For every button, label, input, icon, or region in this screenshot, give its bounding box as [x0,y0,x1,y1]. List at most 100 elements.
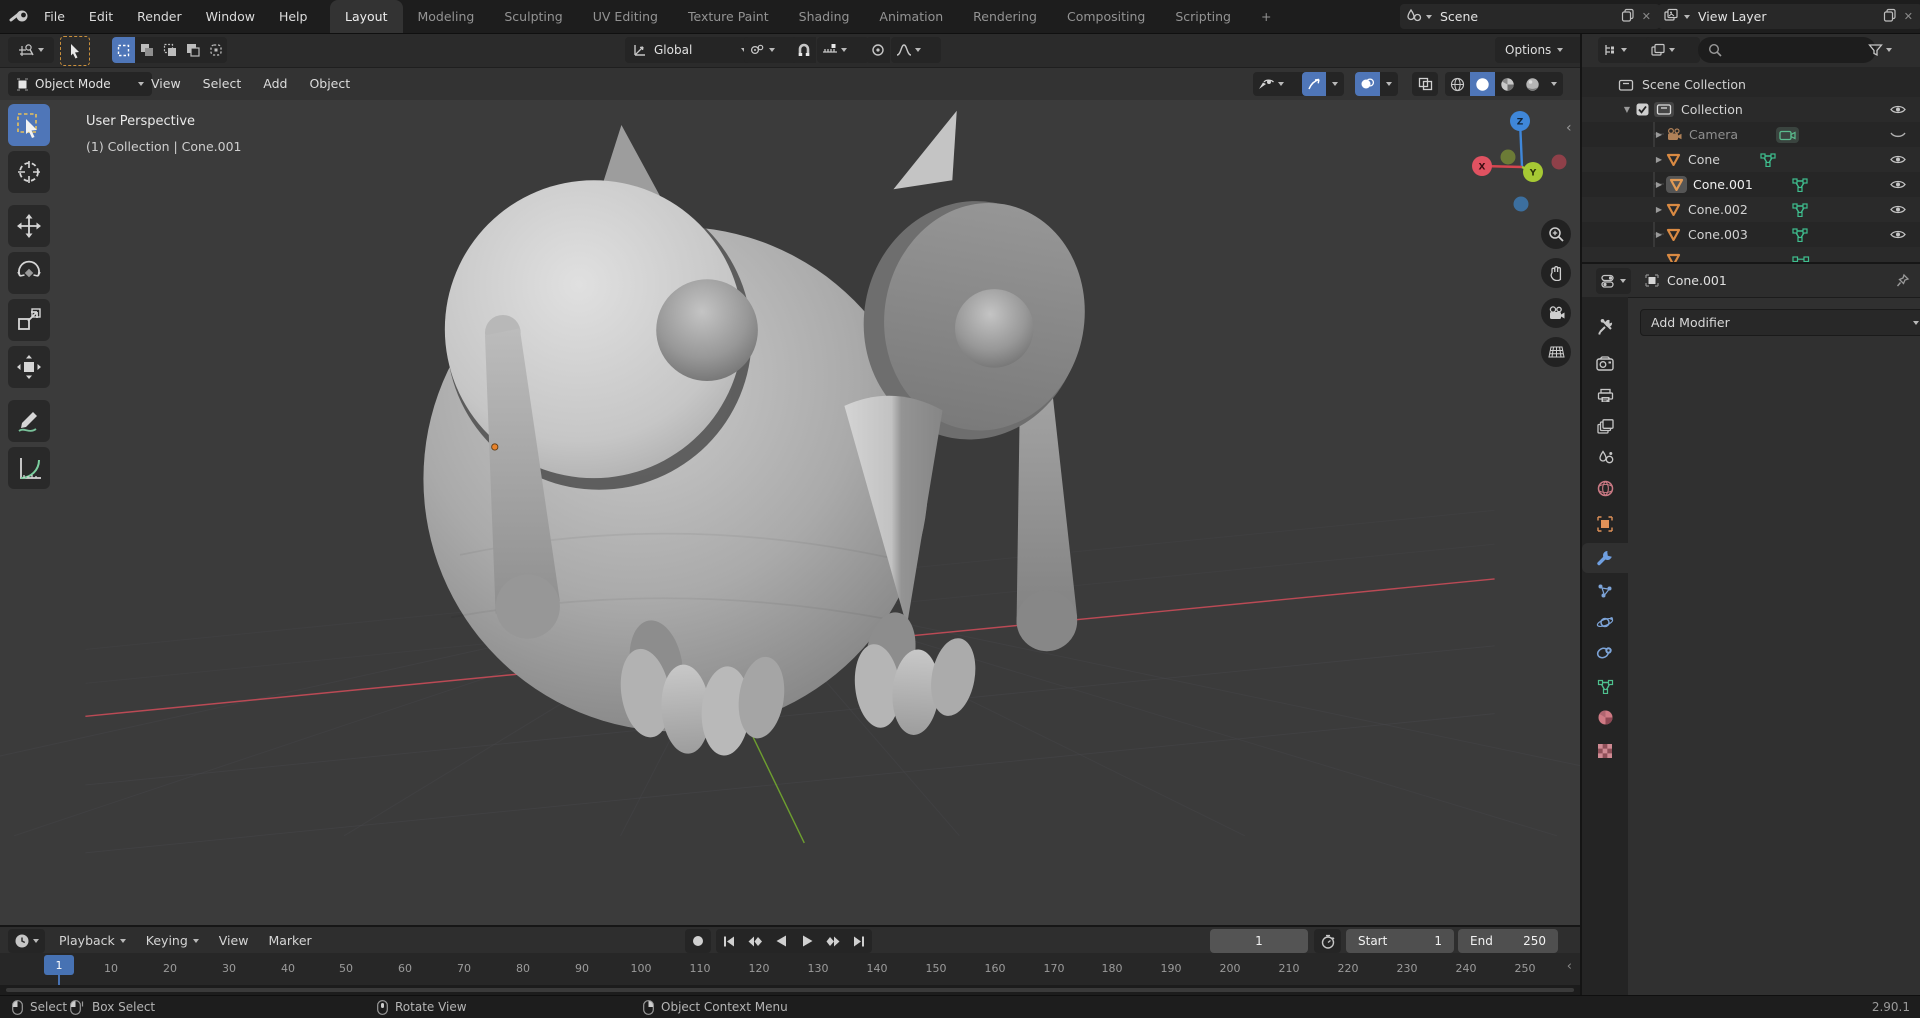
tool-move[interactable] [8,205,50,247]
disclosure-closed-icon[interactable]: ▶ [1652,155,1666,164]
timeline-scrollbar[interactable] [0,985,1580,995]
outliner-row-camera[interactable]: ▶ Camera [1582,122,1920,147]
view-layer-selector[interactable]: View Layer ✕ [1658,4,1920,29]
shading-material-button[interactable] [1495,72,1520,96]
active-tool-button[interactable] [60,36,90,66]
pan-view-button[interactable] [1541,258,1571,288]
jump-to-start-button[interactable] [716,929,742,953]
workspace-tab-shading[interactable]: Shading [784,0,865,33]
visibility-eye-icon[interactable] [1890,104,1906,115]
axis-neg-x-ball[interactable] [1552,155,1567,170]
outliner-editor-selector[interactable] [1598,37,1652,63]
timeline-expand-chevron[interactable]: ‹ [1567,959,1572,974]
axis-neg-z-ball[interactable] [1514,197,1529,212]
disclosure-closed-icon[interactable]: ▶ [1652,230,1666,239]
viewport-menu-object[interactable]: Object [298,68,361,100]
tab-particles[interactable] [1582,576,1628,606]
timeline-menu-view[interactable]: View [209,927,259,955]
proportional-falloff-dropdown[interactable] [891,37,941,63]
add-workspace-button[interactable]: + [1246,0,1286,33]
workspace-tab-sculpting[interactable]: Sculpting [489,0,577,33]
shading-wireframe-button[interactable] [1445,72,1470,96]
tab-material[interactable] [1582,702,1628,732]
orthographic-toggle-button[interactable] [1541,337,1571,367]
tab-output[interactable] [1582,380,1628,410]
select-mode-intersect[interactable] [204,37,227,63]
select-mode-invert[interactable] [181,37,204,63]
tab-view-layer[interactable] [1582,411,1628,441]
pin-icon[interactable] [1896,273,1910,288]
zoom-view-button[interactable] [1541,219,1571,249]
show-overlays-toggle[interactable] [1355,72,1380,96]
snap-toggle[interactable] [792,37,816,63]
editor-type-selector[interactable] [8,37,54,63]
workspace-tab-uv-editing[interactable]: UV Editing [578,0,673,33]
outliner-filter-dropdown[interactable] [1868,37,1892,63]
xray-toggle[interactable] [1412,72,1438,96]
tool-measure[interactable] [8,447,50,489]
overlays-dropdown[interactable] [1380,72,1398,96]
proportional-editing-toggle[interactable] [866,37,890,63]
menu-edit[interactable]: Edit [77,0,125,33]
properties-editor-selector[interactable] [1596,268,1631,294]
close-icon[interactable]: ✕ [1901,10,1916,23]
timeline-ruler[interactable]: 10 20 30 40 50 60 70 80 90 100 110 120 1… [0,953,1580,985]
select-mode-set[interactable] [112,37,135,63]
disclosure-open-icon[interactable]: ▼ [1620,105,1634,114]
visibility-eye-icon[interactable] [1890,154,1906,165]
object-visibility-dropdown[interactable] [1253,72,1307,96]
tab-object[interactable] [1582,509,1628,539]
tab-world[interactable] [1582,473,1628,503]
camera-view-button[interactable] [1541,298,1571,328]
viewport-3d[interactable]: User Perspective (1) Collection | Cone.0… [0,100,1580,925]
scene-selector[interactable]: Scene ✕ [1400,4,1660,29]
tab-constraints[interactable] [1582,638,1628,668]
timeline-menu-keying[interactable]: Keying [136,927,209,955]
end-frame-field[interactable]: End 250 [1458,929,1558,953]
workspace-tab-modeling[interactable]: Modeling [403,0,490,33]
jump-to-end-button[interactable] [846,929,872,953]
timeline-menu-marker[interactable]: Marker [258,927,321,955]
add-modifier-dropdown[interactable]: Add Modifier [1640,309,1920,336]
menu-render[interactable]: Render [125,0,194,33]
visibility-eye-icon[interactable] [1890,229,1906,240]
outliner-display-mode[interactable] [1646,37,1700,63]
outliner-row-collection[interactable]: ▼ Collection [1582,97,1920,122]
tab-physics[interactable] [1582,607,1628,637]
pivot-point-dropdown[interactable] [744,37,798,63]
visibility-closed-eye-icon[interactable] [1890,130,1906,140]
tab-modifiers[interactable] [1582,543,1628,573]
viewport-menu-select[interactable]: Select [192,68,253,100]
workspace-tab-rendering[interactable]: Rendering [958,0,1052,33]
disclosure-closed-icon[interactable]: ▶ [1652,130,1666,139]
workspace-tab-texture-paint[interactable]: Texture Paint [673,0,784,33]
mode-dropdown[interactable]: Object Mode [8,72,152,96]
owl-model[interactable] [423,111,1102,757]
tab-render[interactable] [1582,348,1628,378]
outliner-row-cone-003[interactable]: ▶ Cone.003 [1582,222,1920,247]
menu-file[interactable]: File [32,0,77,33]
workspace-tab-compositing[interactable]: Compositing [1052,0,1160,33]
disclosure-closed-icon[interactable]: ▶ [1652,180,1666,189]
tool-cursor[interactable] [8,151,50,193]
playhead[interactable]: 1 [44,955,74,975]
tool-transform[interactable] [8,346,50,388]
visibility-eye-icon[interactable] [1890,179,1906,190]
gizmo-dropdown[interactable] [1326,72,1344,96]
close-icon[interactable]: ✕ [1639,10,1654,23]
workspace-tab-animation[interactable]: Animation [864,0,958,33]
previous-keyframe-button[interactable] [742,929,768,953]
tab-texture[interactable] [1582,736,1628,766]
workspace-tab-layout[interactable]: Layout [330,0,403,33]
shading-solid-button[interactable] [1470,72,1495,96]
axis-neg-y-ball[interactable] [1501,150,1516,165]
tool-scale[interactable] [8,299,50,341]
shading-dropdown[interactable] [1545,72,1563,96]
tab-scene[interactable] [1582,442,1628,472]
next-keyframe-button[interactable] [820,929,846,953]
menu-window[interactable]: Window [194,0,267,33]
play-button[interactable] [794,929,820,953]
workspace-tab-scripting[interactable]: Scripting [1160,0,1246,33]
tab-tool[interactable] [1582,311,1628,341]
transform-orientation-dropdown[interactable]: Global [625,37,755,63]
